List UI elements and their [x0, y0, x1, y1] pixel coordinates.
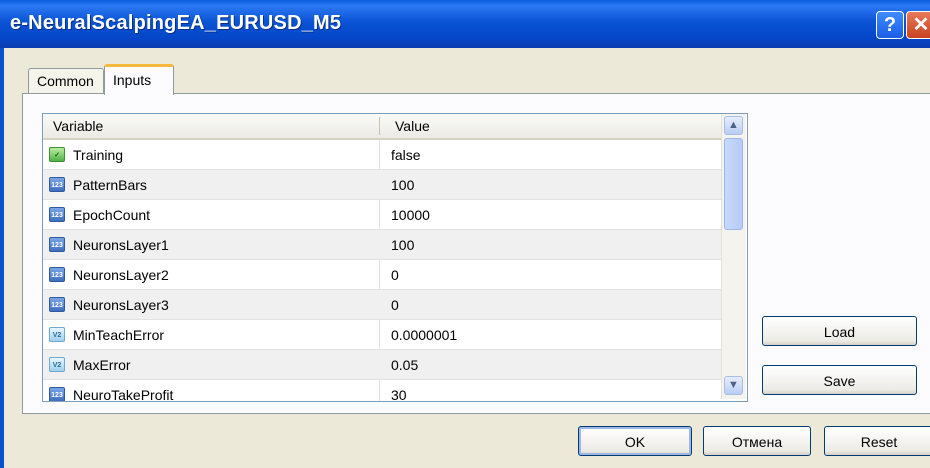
- parameter-name: NeuronsLayer2: [73, 267, 169, 283]
- grid-rows: ✓ Training false 123 PatternBars 100 123 EpochC…: [43, 140, 721, 402]
- window-title: e-NeuralScalpingEA_EURUSD_M5: [10, 12, 342, 34]
- scroll-down-button[interactable]: ▼: [724, 376, 743, 395]
- parameter-row[interactable]: V2 MaxError 0.05: [43, 350, 721, 380]
- int-icon: 123: [49, 237, 65, 252]
- double-icon: V2: [49, 327, 65, 342]
- parameter-row[interactable]: 123 NeuronsLayer2 0: [43, 260, 721, 290]
- title-bar[interactable]: e-NeuralScalpingEA_EURUSD_M5 ? ✕: [0, 0, 930, 48]
- parameter-row[interactable]: 123 NeuronsLayer1 100: [43, 230, 721, 260]
- parameter-row[interactable]: 123 NeuronsLayer3 0: [43, 290, 721, 320]
- inputs-grid: Variable Value ✓ Training false 123 PatternB…: [42, 113, 748, 402]
- ea-properties-dialog: e-NeuralScalpingEA_EURUSD_M5 ? ✕ Common …: [0, 0, 930, 468]
- parameter-value[interactable]: 0: [391, 290, 399, 320]
- parameter-row[interactable]: 123 NeuroTakeProfit 30: [43, 380, 721, 402]
- int-icon: 123: [49, 297, 65, 312]
- parameter-name: EpochCount: [73, 207, 151, 223]
- parameter-row[interactable]: 123 EpochCount 10000: [43, 200, 721, 230]
- parameter-row[interactable]: V2 MinTeachError 0.0000001: [43, 320, 721, 350]
- tab-inputs[interactable]: Inputs: [104, 64, 174, 95]
- parameter-value[interactable]: 30: [391, 380, 407, 401]
- parameter-name: Training: [73, 147, 124, 163]
- column-divider[interactable]: [379, 117, 380, 135]
- int-icon: 123: [49, 177, 65, 192]
- int-icon: 123: [49, 267, 65, 282]
- cancel-button[interactable]: Отмена: [703, 426, 811, 456]
- load-button[interactable]: Load: [762, 316, 917, 346]
- scroll-up-button[interactable]: ▲: [724, 116, 743, 135]
- save-button[interactable]: Save: [762, 365, 917, 395]
- parameter-name: NeuronsLayer3: [73, 297, 169, 313]
- parameter-row[interactable]: 123 PatternBars 100: [43, 170, 721, 200]
- bool-icon: ✓: [49, 147, 65, 162]
- grid-header: Variable Value: [43, 114, 721, 140]
- parameter-value[interactable]: 0.0000001: [391, 320, 457, 350]
- column-header-value[interactable]: Value: [395, 114, 430, 138]
- tab-common[interactable]: Common: [28, 68, 104, 94]
- ok-button[interactable]: OK: [578, 426, 692, 456]
- parameter-row[interactable]: ✓ Training false: [43, 140, 721, 170]
- int-icon: 123: [49, 387, 65, 401]
- parameter-value[interactable]: false: [391, 140, 421, 170]
- parameter-value[interactable]: 10000: [391, 200, 430, 230]
- parameter-name: MaxError: [73, 357, 131, 373]
- int-icon: 123: [49, 207, 65, 222]
- parameter-name: NeuroTakeProfit: [73, 387, 174, 402]
- help-button[interactable]: ?: [876, 11, 904, 39]
- parameter-value[interactable]: 100: [391, 170, 414, 200]
- reset-button[interactable]: Reset: [824, 426, 930, 456]
- parameter-value[interactable]: 100: [391, 230, 414, 260]
- parameter-name: PatternBars: [73, 177, 147, 193]
- scroll-thumb[interactable]: [724, 138, 743, 230]
- close-button[interactable]: ✕: [906, 11, 930, 39]
- column-header-variable[interactable]: Variable: [53, 114, 103, 138]
- window-border: [0, 48, 4, 468]
- double-icon: V2: [49, 357, 65, 372]
- parameter-name: MinTeachError: [73, 327, 165, 343]
- parameter-value[interactable]: 0: [391, 260, 399, 290]
- parameter-value[interactable]: 0.05: [391, 350, 418, 380]
- vertical-scrollbar[interactable]: ▲ ▼: [721, 114, 746, 399]
- parameter-name: NeuronsLayer1: [73, 237, 169, 253]
